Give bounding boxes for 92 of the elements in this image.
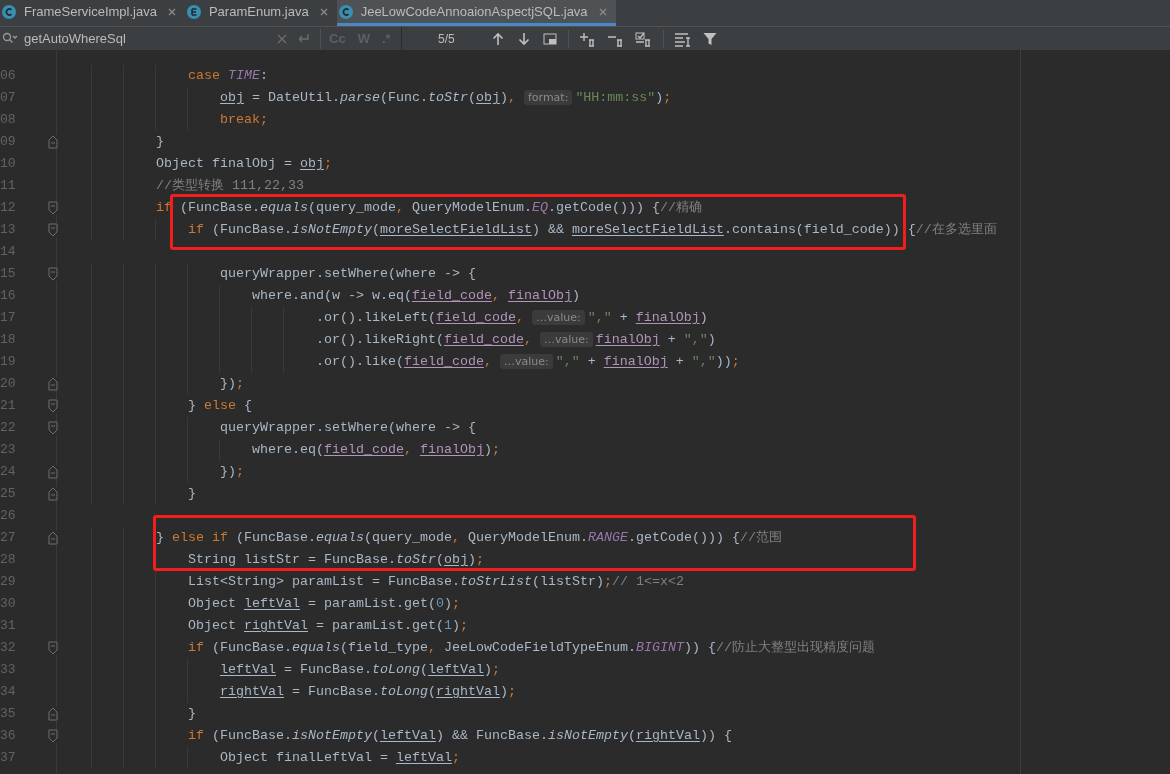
code-line: queryWrapper.setWhere(where -> { [219,265,476,283]
code-line: .or().like(field_code, …value: "," + finalObj + ",")); [315,353,740,371]
fold-marker-icon[interactable] [48,377,58,391]
code-line: } [188,705,196,723]
line-number: 19 [0,353,17,372]
line-number: 25 [0,485,17,504]
select-all-icon[interactable] [542,30,558,47]
arrow-up-icon[interactable] [490,30,506,47]
code-line: .or().likeLeft(field_code, …value: "," + finalObj) [315,309,708,327]
line-number: 12 [0,199,17,218]
code-line: }); [219,375,244,393]
fold-marker-icon[interactable] [48,223,58,237]
line-number: 37 [0,749,17,768]
code-line: Object rightVal = paramList.get(1); [188,617,468,635]
line-number: 24 [0,463,17,482]
code-line: //类型转换 111,22,33 [156,177,304,195]
file-tab[interactable]: ParamEnum.java [184,0,337,26]
fold-marker-icon[interactable] [48,267,58,281]
line-number: 36 [0,727,17,746]
line-number: 22 [0,419,17,438]
file-tab[interactable]: FrameServiceImpl.java [0,0,185,26]
code-line: } else if (FuncBase.equals(query_mode, QueryModelEnum.RANGE.getCode())) {//范围 [156,529,782,547]
line-number: 14 [0,243,17,262]
class-file-icon [2,4,16,19]
line-number: 26 [0,507,17,526]
line-number: 08 [0,111,17,130]
code-line: queryWrapper.setWhere(where -> { [219,419,476,437]
close-icon[interactable] [166,6,177,17]
code-line: } else { [188,397,252,415]
line-number: 06 [0,67,17,86]
close-icon[interactable] [597,6,608,17]
code-line: List<String> paramList = FuncBase.toStrList(listStr);// 1<=x<2 [188,573,684,591]
code-line: obj = DateUtil.parse(Func.toStr(obj), format: "HH:mm:ss"); [219,89,672,107]
fold-marker-icon[interactable] [48,135,58,149]
line-number: 11 [0,177,17,196]
line-number: 13 [0,221,17,240]
line-number: 21 [0,397,17,416]
code-line: rightVal = FuncBase.toLong(rightVal); [219,683,516,701]
line-number: 09 [0,133,17,152]
line-number: 20 [0,375,17,394]
add-occurrence-icon[interactable] [579,30,597,47]
arrow-down-icon[interactable] [516,30,532,47]
code-line: if (FuncBase.isNotEmpty(moreSelectFieldList) && moreSelectFieldList.contains(field_code)) {//在多选里面 [188,221,997,239]
fold-marker-icon[interactable] [48,201,58,215]
close-icon[interactable] [318,6,329,17]
fold-marker-icon[interactable] [48,729,58,743]
line-number: 10 [0,155,17,174]
fold-marker-icon[interactable] [48,465,58,479]
line-number: 29 [0,573,17,592]
file-tab[interactable]: JeeLowCodeAnnoaionAspectjSQL.java [336,0,616,26]
class-file-icon [338,4,353,19]
code-line: if (FuncBase.equals(field_type, JeeLowCodeFieldTypeEnum.BIGINT)) {//防止大整型出现精度问题 [188,639,875,657]
line-number: 18 [0,331,17,350]
match-count: 5/5 [438,30,456,48]
line-number: 15 [0,265,17,284]
code-line: where.and(w -> w.eq(field_code, finalObj) [251,287,580,305]
code-line: Object leftVal = paramList.get(0); [188,595,460,613]
fold-marker-icon[interactable] [48,487,58,501]
line-number: 28 [0,551,17,570]
line-number: 33 [0,661,17,680]
line-number: 35 [0,705,17,724]
line-number: 31 [0,617,17,636]
filter-icon[interactable] [702,30,718,47]
code-line: Object finalObj = obj; [156,155,332,173]
line-number: 32 [0,639,17,658]
line-number: 34 [0,683,17,702]
code-line: String listStr = FuncBase.toStr(obj); [188,551,484,569]
enum-file-icon [186,4,201,19]
code-line: .or().likeRight(field_code, …value: finalObj + ",") [315,331,716,349]
line-number: 16 [0,287,17,306]
code-line: case TIME: [188,67,268,85]
fold-marker-icon[interactable] [48,399,58,413]
code-line: } [156,133,164,151]
select-occurrences-icon[interactable] [635,30,653,47]
code-line: if (FuncBase.isNotEmpty(leftVal) && FuncBase.isNotEmpty(rightVal)) { [188,727,732,745]
line-number: 17 [0,309,17,328]
code-line: leftVal = FuncBase.toLong(leftVal); [219,661,500,679]
fold-marker-icon[interactable] [48,641,58,655]
line-number: 23 [0,441,17,460]
code-line: }); [219,463,244,481]
multiline-icon[interactable] [674,30,692,47]
fold-marker-icon[interactable] [48,707,58,721]
code-line: } [188,485,196,503]
code-line: break; [219,111,268,129]
line-number: 27 [0,529,17,548]
code-line: Object finalLeftVal = leftVal; [219,749,460,767]
line-number: 07 [0,89,17,108]
line-number: 30 [0,595,17,614]
code-line: where.eq(field_code, finalObj); [251,441,500,459]
fold-marker-icon[interactable] [48,421,58,435]
search-field[interactable]: getAutoWhereSql [0,27,320,50]
fold-marker-icon[interactable] [48,531,58,545]
